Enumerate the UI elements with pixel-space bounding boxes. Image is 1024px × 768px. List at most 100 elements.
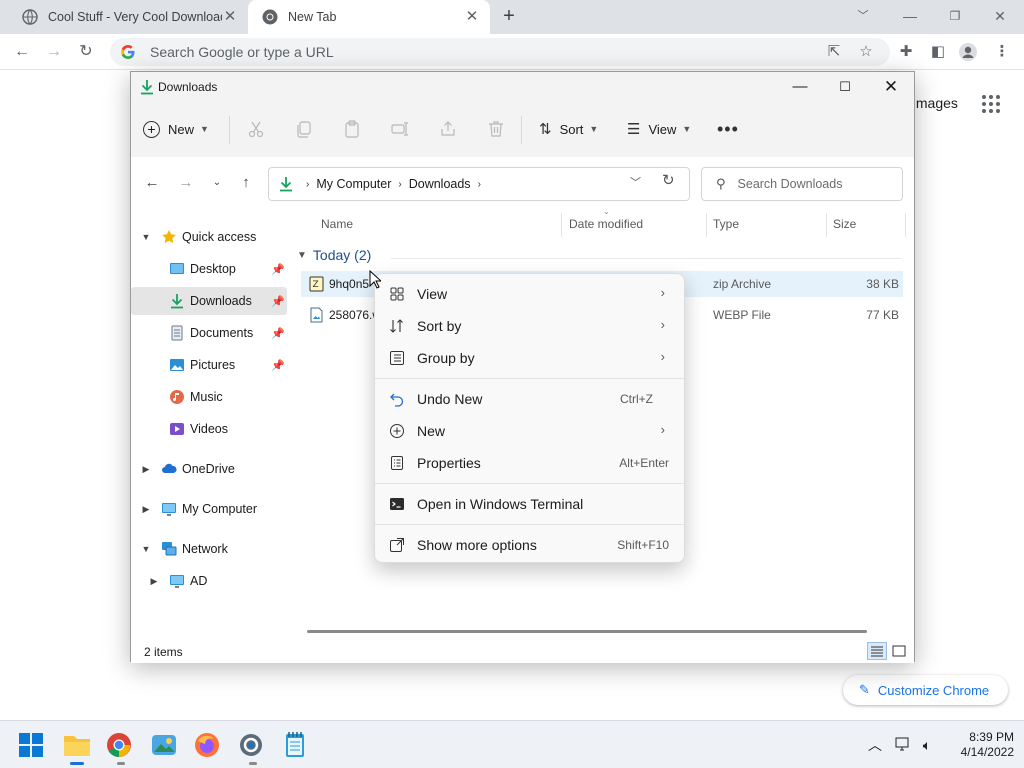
column-header-size[interactable]: Size bbox=[833, 217, 856, 231]
menu-item-properties[interactable]: Properties Alt+Enter bbox=[379, 448, 681, 478]
taskbar-photos[interactable] bbox=[150, 729, 180, 761]
profile-avatar-icon[interactable] bbox=[958, 42, 978, 62]
chevron-down-icon[interactable]: ▼ bbox=[141, 544, 151, 554]
side-panel-icon[interactable]: ◧ bbox=[928, 42, 948, 62]
close-window-icon[interactable]: ✕ bbox=[985, 4, 1015, 28]
share-icon[interactable]: ⇱ bbox=[824, 42, 844, 62]
address-history-chevron-icon[interactable]: ﹀ bbox=[630, 174, 641, 190]
pin-icon[interactable]: 📌 bbox=[271, 263, 285, 276]
more-options-icon[interactable]: ••• bbox=[717, 120, 739, 138]
nav-item-desktop[interactable]: Desktop 📌 bbox=[131, 255, 287, 283]
close-window-icon[interactable]: ✕ bbox=[868, 72, 914, 102]
taskbar-firefox[interactable] bbox=[194, 729, 224, 761]
chevron-down-icon[interactable]: ▼ bbox=[141, 232, 151, 242]
nav-item-ad[interactable]: ▶ AD bbox=[131, 567, 287, 595]
forward-icon[interactable]: → bbox=[176, 173, 196, 193]
nav-item-videos[interactable]: Videos bbox=[131, 415, 287, 443]
column-divider[interactable] bbox=[905, 213, 906, 237]
volume-icon[interactable]: 🔈︎ bbox=[918, 736, 936, 754]
maximize-icon[interactable]: ☐ bbox=[822, 72, 868, 102]
refresh-icon[interactable]: ↻ bbox=[662, 171, 675, 189]
menu-item-undo-new[interactable]: Undo New Ctrl+Z bbox=[379, 384, 681, 414]
back-icon[interactable]: ← bbox=[10, 40, 34, 64]
nav-item-music[interactable]: Music bbox=[131, 383, 287, 411]
breadcrumb-downloads[interactable]: Downloads bbox=[409, 177, 471, 191]
horizontal-scrollbar[interactable] bbox=[307, 630, 867, 633]
share-icon[interactable] bbox=[439, 120, 457, 138]
chevron-right-icon[interactable]: ▶ bbox=[149, 576, 159, 587]
column-divider[interactable] bbox=[826, 213, 827, 237]
new-tab-button[interactable]: + bbox=[498, 6, 520, 28]
menu-item-view[interactable]: View › bbox=[379, 279, 681, 309]
sort-button[interactable]: ⇅ Sort ▼ bbox=[539, 116, 598, 142]
chevron-right-icon[interactable]: › bbox=[478, 179, 481, 190]
menu-item-sort-by[interactable]: Sort by › bbox=[379, 311, 681, 341]
new-button[interactable]: + New ▼ bbox=[143, 116, 209, 142]
cut-icon[interactable] bbox=[247, 120, 265, 138]
delete-icon[interactable] bbox=[487, 120, 505, 138]
column-divider[interactable] bbox=[561, 213, 562, 237]
tiles-view-icon[interactable] bbox=[889, 642, 909, 660]
tab-cool-stuff[interactable]: Cool Stuff - Very Cool Downloads ✕ bbox=[8, 0, 248, 34]
show-hidden-icons-chevron-icon[interactable]: ︿ bbox=[866, 736, 884, 754]
nav-item-onedrive[interactable]: ▶ OneDrive bbox=[131, 455, 287, 483]
column-divider[interactable] bbox=[706, 213, 707, 237]
pin-icon[interactable]: 📌 bbox=[271, 327, 285, 340]
bookmark-star-icon[interactable]: ☆ bbox=[856, 42, 876, 62]
menu-kebab-icon[interactable]: ⋮ bbox=[992, 42, 1012, 62]
tab-new-tab[interactable]: New Tab ✕ bbox=[248, 0, 490, 34]
minimize-icon[interactable]: — bbox=[895, 4, 925, 28]
reload-icon[interactable]: ↻ bbox=[74, 40, 98, 64]
customize-chrome-button[interactable]: ✎ Customize Chrome bbox=[843, 675, 1008, 705]
menu-item-open-terminal[interactable]: Open in Windows Terminal bbox=[379, 489, 681, 519]
menu-item-show-more-options[interactable]: Show more options Shift+F10 bbox=[379, 530, 681, 560]
start-button[interactable] bbox=[18, 729, 48, 761]
taskbar-file-explorer[interactable] bbox=[62, 729, 92, 765]
taskbar-clock[interactable]: 8:39 PM 4/14/2022 bbox=[940, 730, 1014, 760]
minimize-icon[interactable]: — bbox=[777, 72, 823, 102]
menu-item-group-by[interactable]: Group by › bbox=[379, 343, 681, 373]
column-header-date-modified[interactable]: Date modified bbox=[569, 217, 643, 231]
address-bar[interactable]: › My Computer › Downloads › bbox=[268, 167, 690, 201]
details-view-icon[interactable] bbox=[867, 642, 887, 660]
menu-item-new[interactable]: New › bbox=[379, 416, 681, 446]
forward-icon[interactable]: → bbox=[42, 40, 66, 64]
group-header-today[interactable]: ▼ Today (2) bbox=[297, 247, 371, 263]
chevron-right-icon[interactable]: ▶ bbox=[141, 464, 151, 475]
taskbar-chrome[interactable] bbox=[106, 729, 136, 765]
omnibox[interactable]: Search Google or type a URL bbox=[110, 38, 890, 66]
nav-item-downloads[interactable]: Downloads 📌 bbox=[131, 287, 287, 315]
nav-item-my-computer[interactable]: ▶ My Computer bbox=[131, 495, 287, 523]
chevron-right-icon[interactable]: › bbox=[398, 179, 401, 190]
taskbar-notepad[interactable] bbox=[282, 729, 312, 761]
images-link[interactable]: Images bbox=[912, 95, 958, 111]
search-input[interactable]: ⚲ Search Downloads bbox=[701, 167, 903, 201]
chevron-right-icon[interactable]: ▶ bbox=[141, 504, 151, 515]
explorer-title-bar[interactable]: Downloads — ☐ ✕ bbox=[131, 72, 914, 102]
column-header-name[interactable]: Name bbox=[321, 217, 353, 231]
nav-item-quick-access[interactable]: ▼ Quick access bbox=[131, 223, 287, 251]
network-status-icon[interactable] bbox=[894, 736, 912, 754]
paste-icon[interactable] bbox=[343, 120, 361, 138]
close-icon[interactable]: ✕ bbox=[222, 9, 238, 25]
pin-icon[interactable]: 📌 bbox=[271, 295, 285, 308]
back-icon[interactable]: ← bbox=[142, 173, 162, 193]
recent-locations-chevron-icon[interactable]: ⌄ bbox=[207, 173, 227, 193]
column-header-type[interactable]: Type bbox=[713, 217, 739, 231]
taskbar-settings[interactable] bbox=[238, 729, 268, 765]
copy-icon[interactable] bbox=[295, 120, 313, 138]
nav-item-network[interactable]: ▼ Network bbox=[131, 535, 287, 563]
nav-item-documents[interactable]: Documents 📌 bbox=[131, 319, 287, 347]
chevron-right-icon[interactable]: › bbox=[306, 179, 309, 190]
view-button[interactable]: ☰ View ▼ bbox=[627, 116, 691, 142]
pin-icon[interactable]: 📌 bbox=[271, 359, 285, 372]
restore-icon[interactable]: ❐ bbox=[940, 4, 970, 28]
rename-icon[interactable] bbox=[391, 120, 409, 138]
breadcrumb-my-computer[interactable]: My Computer bbox=[316, 177, 391, 191]
google-apps-icon[interactable] bbox=[982, 95, 1000, 113]
nav-item-pictures[interactable]: Pictures 📌 bbox=[131, 351, 287, 379]
tab-search-chevron-icon[interactable]: ﹀ bbox=[848, 4, 878, 28]
close-icon[interactable]: ✕ bbox=[464, 9, 480, 25]
chevron-down-icon[interactable]: ▼ bbox=[297, 250, 307, 261]
up-icon[interactable]: ↑ bbox=[236, 173, 256, 193]
